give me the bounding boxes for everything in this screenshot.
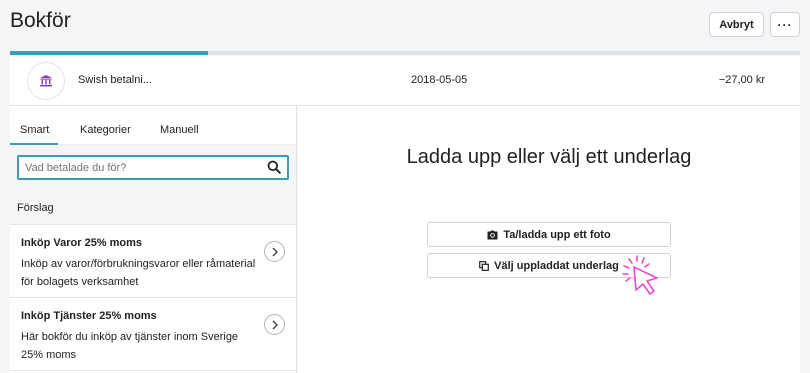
- choose-uploaded-label: Välj uppladdat underlag: [494, 259, 619, 272]
- tab-smart[interactable]: Smart: [20, 124, 49, 136]
- upload-heading: Ladda upp eller välj ett underlag: [406, 146, 692, 168]
- categorization-panel: Smart Kategorier Manuell Förslag Inköp V…: [10, 106, 297, 373]
- copy-icon: [479, 260, 490, 271]
- suggestion-title: Inköp Varor 25% moms: [21, 237, 143, 249]
- tab-kategorier[interactable]: Kategorier: [80, 124, 131, 136]
- search-input[interactable]: [25, 159, 260, 177]
- more-options-button[interactable]: ···: [770, 12, 800, 37]
- tab-manuell[interactable]: Manuell: [160, 124, 199, 136]
- cancel-button[interactable]: Avbryt: [709, 12, 764, 37]
- transaction-card: Swish betalni... 2018-05-05 −27,00 kr: [10, 56, 800, 106]
- chevron-right-icon[interactable]: [264, 314, 285, 335]
- suggestions-heading: Förslag: [17, 202, 54, 214]
- progress-fill: [10, 51, 208, 55]
- suggestion-title: Inköp Tjänster 25% moms: [21, 310, 157, 322]
- bank-icon: [27, 62, 65, 100]
- upload-photo-label: Ta/ladda upp ett foto: [503, 228, 611, 241]
- upload-panel: Ladda upp eller välj ett underlag Ta/lad…: [298, 106, 800, 373]
- header: Bokför Avbryt ···: [0, 0, 810, 52]
- transaction-amount: −27,00 kr: [718, 74, 765, 86]
- camera-icon: [487, 230, 498, 239]
- progress-bar: [10, 51, 800, 55]
- upload-photo-button[interactable]: Ta/ladda upp ett foto: [427, 222, 671, 247]
- suggestions-header: Förslag: [10, 187, 296, 225]
- page-title: Bokför: [10, 9, 71, 32]
- chevron-right-icon[interactable]: [264, 241, 285, 262]
- suggestion-description: Inköp av varor/förbrukningsvaror eller r…: [21, 258, 256, 288]
- transaction-name: Swish betalni...: [78, 74, 152, 86]
- suggestion-item[interactable]: Inköp Varor 25% moms Inköp av varor/förb…: [10, 225, 296, 298]
- suggestion-description: Här bokför du inköp av tjänster inom Sve…: [21, 331, 239, 361]
- click-cursor-icon: [617, 253, 665, 302]
- search-icon[interactable]: [267, 160, 281, 179]
- search-box: [17, 155, 289, 180]
- suggestion-item[interactable]: Inköp Tjänster 25% moms Här bokför du in…: [10, 298, 296, 371]
- transaction-date: 2018-05-05: [411, 74, 468, 86]
- search-area: [10, 145, 296, 187]
